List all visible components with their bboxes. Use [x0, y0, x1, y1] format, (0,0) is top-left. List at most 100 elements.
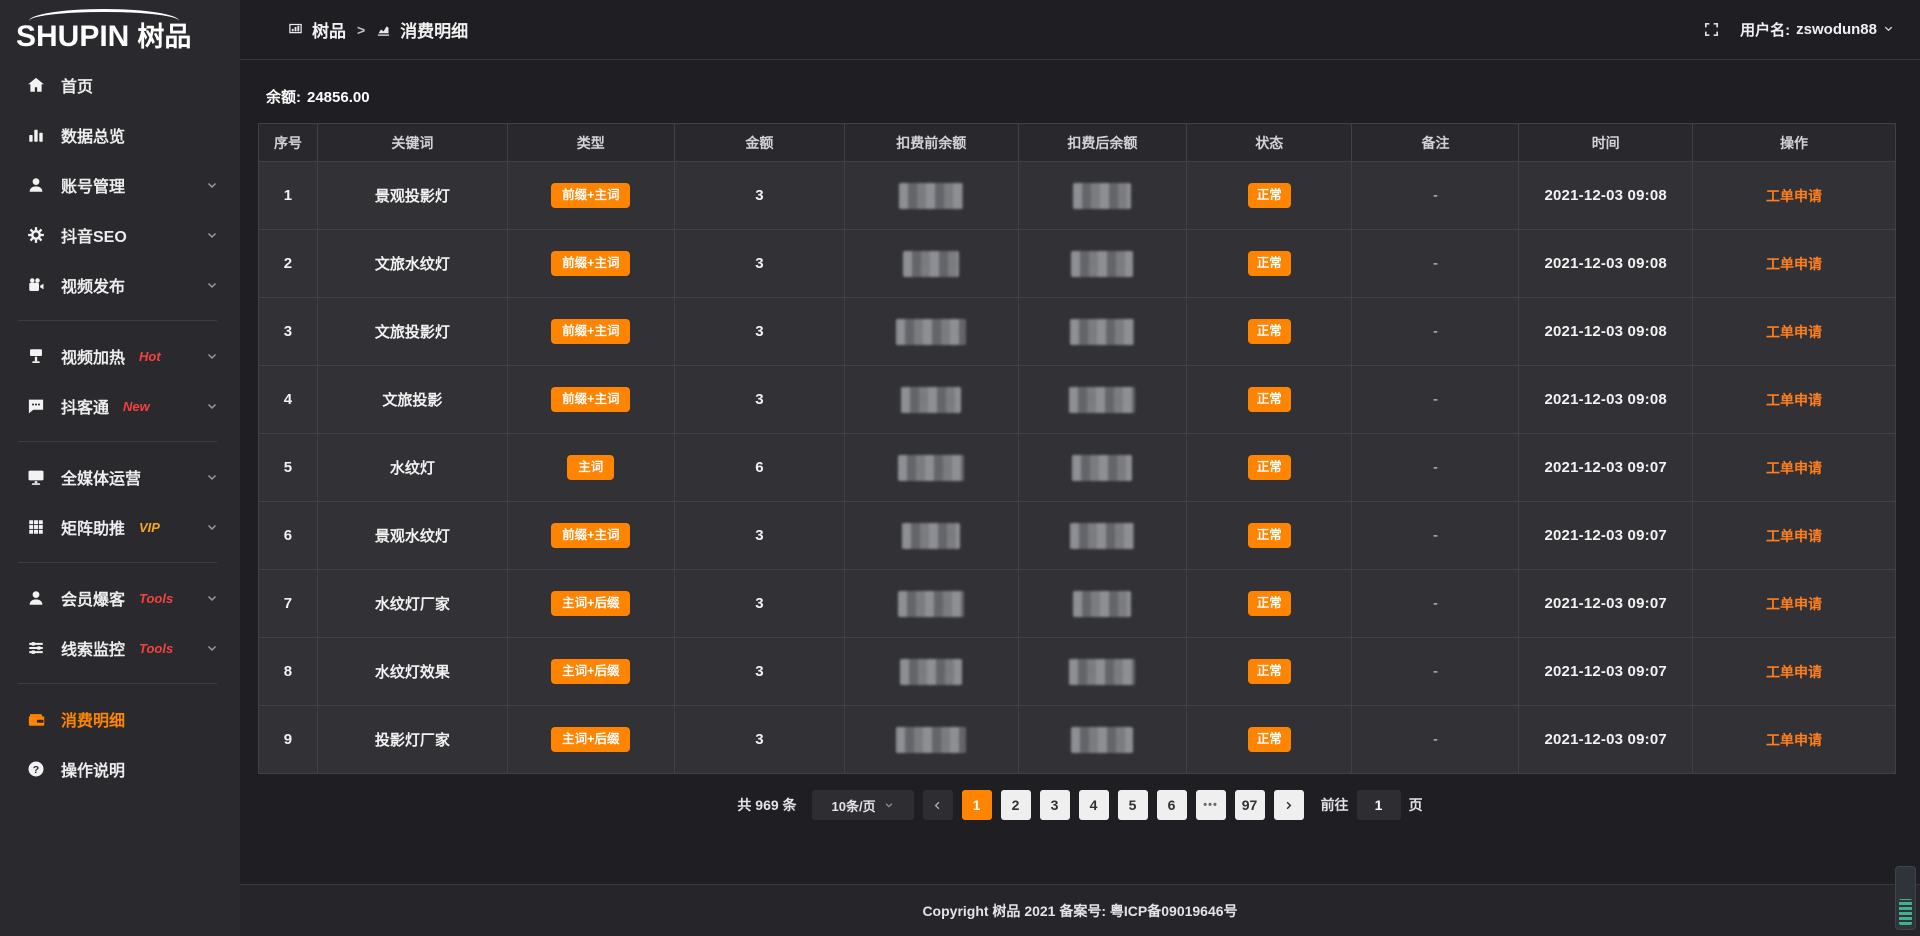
page-button[interactable]: 1: [962, 790, 992, 820]
ticket-request-link[interactable]: 工单申请: [1766, 256, 1822, 272]
table-row: 2文旅水纹灯前缀+主词3正常-2021-12-03 09:08工单申请: [259, 230, 1896, 298]
cell-action: 工单申请: [1692, 434, 1895, 502]
ticket-request-link[interactable]: 工单申请: [1766, 460, 1822, 476]
chevron-down-icon: [206, 471, 218, 483]
cell-keyword: 文旅投影灯: [317, 298, 507, 366]
video-icon: [26, 275, 46, 295]
censored-value: [902, 523, 960, 549]
breadcrumb-root[interactable]: 树品: [312, 17, 346, 42]
next-page-button[interactable]: [1274, 790, 1304, 820]
cell-index: 6: [259, 502, 318, 570]
gear-icon: [26, 225, 46, 245]
cell-type: 前缀+主词: [507, 502, 674, 570]
ticket-request-link[interactable]: 工单申请: [1766, 664, 1822, 680]
cell-balance-before: [845, 298, 1019, 366]
fullscreen-icon[interactable]: [1703, 21, 1720, 38]
page-button[interactable]: 6: [1157, 790, 1187, 820]
cell-remark: -: [1352, 434, 1519, 502]
sidebar-item-chat[interactable]: 抖客通New: [0, 381, 240, 431]
censored-value: [1069, 659, 1135, 685]
status-badge: 正常: [1248, 387, 1291, 412]
sidebar-item-help[interactable]: ?操作说明: [0, 744, 240, 794]
censored-value: [1070, 319, 1134, 345]
ticket-request-link[interactable]: 工单申请: [1766, 392, 1822, 408]
ticket-request-link[interactable]: 工单申请: [1766, 528, 1822, 544]
cell-balance-after: [1018, 502, 1187, 570]
chevron-down-icon: [884, 800, 894, 810]
page-button[interactable]: 4: [1079, 790, 1109, 820]
cell-amount: 3: [674, 162, 844, 230]
column-header: 时间: [1519, 124, 1693, 162]
ticket-request-link[interactable]: 工单申请: [1766, 732, 1822, 748]
user-menu[interactable]: 用户名: zswodun88: [1740, 19, 1894, 40]
cell-remark: -: [1352, 298, 1519, 366]
total-count: 共 969 条: [737, 795, 796, 815]
ticket-request-link[interactable]: 工单申请: [1766, 324, 1822, 340]
prev-page-button[interactable]: [923, 790, 953, 820]
sidebar-item-video[interactable]: 视频发布: [0, 260, 240, 310]
censored-value: [1073, 183, 1131, 209]
sidebar-item-sliders[interactable]: 线索监控Tools: [0, 623, 240, 673]
cell-keyword: 投影灯厂家: [317, 706, 507, 774]
sidebar-item-heat[interactable]: 视频加热Hot: [0, 331, 240, 381]
sidebar-item-gear[interactable]: 抖音SEO: [0, 210, 240, 260]
page-button[interactable]: 97: [1235, 790, 1265, 820]
censored-value: [1071, 251, 1133, 277]
page-button[interactable]: 5: [1118, 790, 1148, 820]
cell-status: 正常: [1187, 638, 1352, 706]
censored-value: [1072, 455, 1132, 481]
column-header: 类型: [507, 124, 674, 162]
sidebar-item-grid[interactable]: 矩阵助推VIP: [0, 502, 240, 552]
cell-index: 4: [259, 366, 318, 434]
cell-index: 7: [259, 570, 318, 638]
status-badge: 正常: [1248, 659, 1291, 684]
chevron-down-icon: [206, 521, 218, 533]
page-button[interactable]: 3: [1040, 790, 1070, 820]
cell-balance-after: [1018, 706, 1187, 774]
ticket-request-link[interactable]: 工单申请: [1766, 596, 1822, 612]
type-badge: 主词+后缀: [551, 659, 630, 684]
cell-keyword: 景观投影灯: [317, 162, 507, 230]
page-buttons: 123456 ••• 97: [962, 790, 1265, 820]
sidebar-item-member[interactable]: 会员爆客Tools: [0, 573, 240, 623]
cell-remark: -: [1352, 706, 1519, 774]
cell-remark: -: [1352, 570, 1519, 638]
page-button[interactable]: 2: [1001, 790, 1031, 820]
cell-time: 2021-12-03 09:08: [1519, 298, 1693, 366]
sidebar-item-wallet[interactable]: 消费明细: [0, 694, 240, 744]
sliders-icon: [26, 638, 46, 658]
goto-page-input[interactable]: [1357, 790, 1401, 820]
cell-amount: 3: [674, 298, 844, 366]
chevron-down-icon: [206, 642, 218, 654]
sidebar-item-label: 消费明细: [61, 707, 125, 731]
status-badge: 正常: [1248, 455, 1291, 480]
user-icon: [26, 175, 46, 195]
sidebar-item-home[interactable]: 首页: [0, 60, 240, 110]
sidebar-item-chart[interactable]: 数据总览: [0, 110, 240, 160]
status-badge: 正常: [1248, 727, 1291, 752]
cell-keyword: 景观水纹灯: [317, 502, 507, 570]
scroll-widget[interactable]: [1895, 866, 1916, 930]
cell-type: 主词: [507, 434, 674, 502]
sidebar-item-monitor[interactable]: 全媒体运营: [0, 452, 240, 502]
goto-page: 前往 页: [1321, 790, 1423, 820]
cell-action: 工单申请: [1692, 570, 1895, 638]
status-badge: 正常: [1248, 319, 1291, 344]
censored-value: [900, 659, 962, 685]
sidebar-item-label: 操作说明: [61, 757, 125, 781]
topbar: 树品 > 消费明细 用户名: zswodun88: [240, 0, 1920, 60]
page-size-select[interactable]: 10条/页: [812, 790, 914, 820]
table-row: 9投影灯厂家主词+后缀3正常-2021-12-03 09:07工单申请: [259, 706, 1896, 774]
sidebar-item-label: 账号管理: [61, 173, 125, 197]
column-header: 扣费后余额: [1018, 124, 1187, 162]
cell-balance-before: [845, 570, 1019, 638]
page-ellipsis-button[interactable]: •••: [1196, 790, 1226, 820]
cell-status: 正常: [1187, 230, 1352, 298]
table-row: 6景观水纹灯前缀+主词3正常-2021-12-03 09:07工单申请: [259, 502, 1896, 570]
cell-status: 正常: [1187, 706, 1352, 774]
sidebar-badge: Tools: [139, 591, 173, 606]
chevron-down-icon: [206, 592, 218, 604]
ticket-request-link[interactable]: 工单申请: [1766, 188, 1822, 204]
censored-value: [898, 591, 964, 617]
sidebar-item-user[interactable]: 账号管理: [0, 160, 240, 210]
